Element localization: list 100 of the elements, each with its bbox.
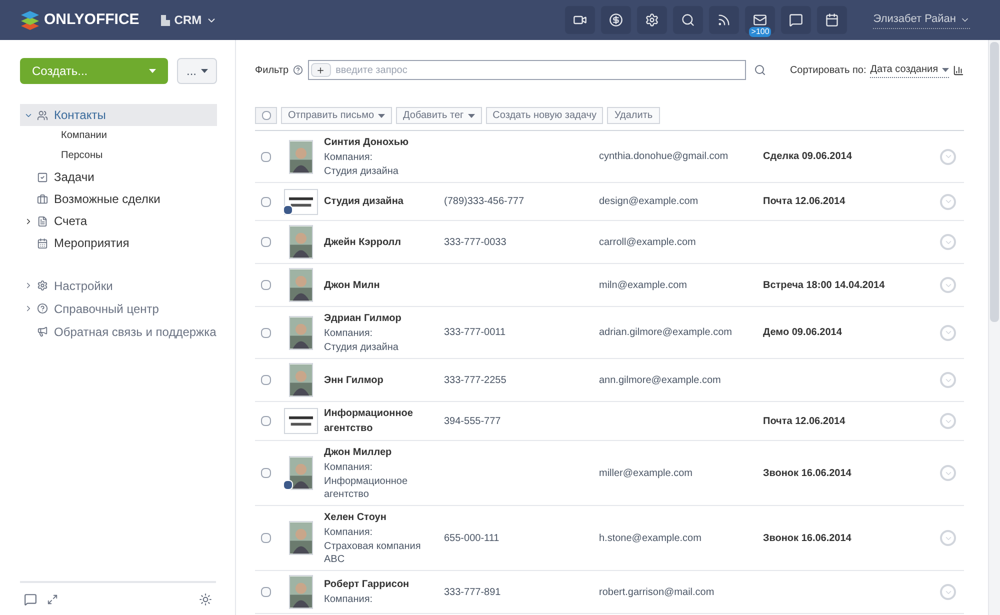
contact-name[interactable]: Роберт Гаррисон [324,577,444,592]
row-checkbox[interactable] [261,237,271,247]
nav-item[interactable]: Обратная связь и поддержка [54,322,216,340]
plus-icon[interactable] [316,66,326,74]
mail-icon[interactable] [753,13,768,27]
next-event: Почта 12.06.2014 [763,195,846,209]
action-button[interactable]: Отправить письмо [281,107,392,124]
contact-name[interactable]: Эдриан Гилмор [324,311,444,326]
briefcase-icon [37,194,48,204]
video-button[interactable] [565,6,596,34]
nav-item[interactable]: Справочный центр [54,300,159,318]
email-link[interactable]: miln@example.com [599,278,763,292]
dollar-button[interactable] [601,6,632,34]
email-link[interactable]: adrian.gilmore@example.com [599,325,763,340]
row-checkbox[interactable] [261,375,271,385]
caret-icon[interactable] [200,69,208,73]
add-filter-button[interactable] [310,63,331,77]
document-icon [37,216,48,226]
contact-name[interactable]: Синтия Донохью [324,135,444,150]
megaphone-icon [37,326,48,337]
module-menu[interactable]: CRM [161,11,217,29]
next-event: Звонок 16.06.2014 [763,466,852,480]
settings-icon [37,280,48,291]
search-button[interactable] [673,6,704,34]
row-checkbox[interactable] [261,328,271,338]
next-event: Демо 09.06.2014 [763,326,843,340]
phone-number: 655-000-111 [444,532,500,546]
scrollbar[interactable] [988,40,1000,615]
nav-item[interactable]: Задачи [20,166,217,188]
row-checkbox[interactable] [261,152,271,162]
caret-icon[interactable] [24,216,33,226]
action-button[interactable]: Добавить тег [396,107,482,124]
video-icon[interactable] [573,13,588,27]
row-checkbox[interactable] [261,416,271,426]
phone-number: 333-777-2255 [444,374,508,388]
company-label: Компания: [324,461,374,475]
logo-text: ONLYOFFICE [44,10,140,30]
help-icon [37,303,48,314]
company-name[interactable]: Страховая компания ABC [324,540,444,566]
email-link[interactable]: robert.garrison@mail.com [599,584,763,600]
next-event: Звонок 16.06.2014 [763,532,852,546]
search-icon[interactable] [754,64,766,76]
dollar-icon[interactable] [609,13,624,27]
contact-name[interactable]: Студия дизайна [324,194,444,209]
settings-button[interactable] [637,6,668,34]
action-button[interactable]: Создать новую задачу [486,107,604,124]
more-button[interactable]: ... [177,58,217,84]
email-link[interactable]: carroll@example.com [599,234,763,250]
contact-name[interactable]: Джейн Кэрролл [324,234,444,250]
nav-item[interactable]: Возможные сделки [20,188,217,210]
company-label: Компания: [324,151,374,165]
email-link[interactable]: miller@example.com [599,466,763,480]
mail-button[interactable]: >100 [745,6,776,34]
settings-icon[interactable] [645,13,660,27]
search-icon[interactable] [681,13,696,27]
next-event: Встреча 18:00 14.04.2014 [763,278,886,292]
sort-dropdown[interactable]: Дата создания [870,62,949,78]
company-name[interactable]: Студия дизайна [324,341,444,354]
company-name[interactable]: Информационное агентство [324,475,444,501]
email-link[interactable]: h.stone@example.com [599,530,763,546]
expand-icon[interactable] [47,594,58,604]
caret-icon[interactable] [942,68,949,72]
email-link[interactable]: ann.gilmore@example.com [599,372,763,388]
contact-name[interactable]: Хелен Стоун [324,510,444,525]
email-link[interactable]: cynthia.donohue@gmail.com [599,149,763,164]
row-checkbox[interactable] [261,196,271,206]
row-checkbox[interactable] [261,468,271,478]
contact-name[interactable]: Джон Миллер [324,445,444,460]
nav-item[interactable]: Контакты [20,104,217,126]
nav-subitem[interactable]: Персоны [20,146,217,166]
feed-icon[interactable] [717,13,732,27]
row-checkbox[interactable] [261,587,271,597]
user-menu[interactable]: Элизабет Райан [873,11,970,29]
email-link[interactable]: design@example.com [599,194,763,209]
contact-name[interactable]: Джон Милн [324,278,444,292]
calendar-button[interactable] [817,6,848,34]
nav-item[interactable]: Настройки [54,276,113,294]
count-badge: >100 [749,27,772,37]
nav-item[interactable]: Мероприятия [20,232,217,254]
select-all-checkbox[interactable] [255,107,277,124]
chat-icon[interactable] [24,592,37,606]
chat-button[interactable] [781,6,812,34]
nav-subitem[interactable]: Компании [20,126,217,146]
edit-icon[interactable] [283,480,293,490]
feed-button[interactable] [709,6,740,34]
row-checkbox[interactable] [261,280,271,290]
company-name[interactable]: Студия дизайна [324,165,444,178]
action-button[interactable]: Удалить [607,107,660,124]
search-field[interactable]: введите запрос [308,60,746,80]
edit-icon[interactable] [283,204,293,214]
sort-order-icon[interactable] [953,64,964,76]
contact-name[interactable]: Информационное агентство [324,406,444,436]
calendar-icon[interactable] [825,13,840,27]
phone-number: 333-777-0011 [444,326,507,340]
nav-item[interactable]: Счета [20,210,217,232]
next-event: Почта 12.06.2014 [763,414,846,428]
contact-name[interactable]: Энн Гилмор [324,372,444,388]
help-icon[interactable] [292,65,303,75]
settings-icon[interactable] [199,592,212,606]
row-checkbox[interactable] [261,533,271,543]
